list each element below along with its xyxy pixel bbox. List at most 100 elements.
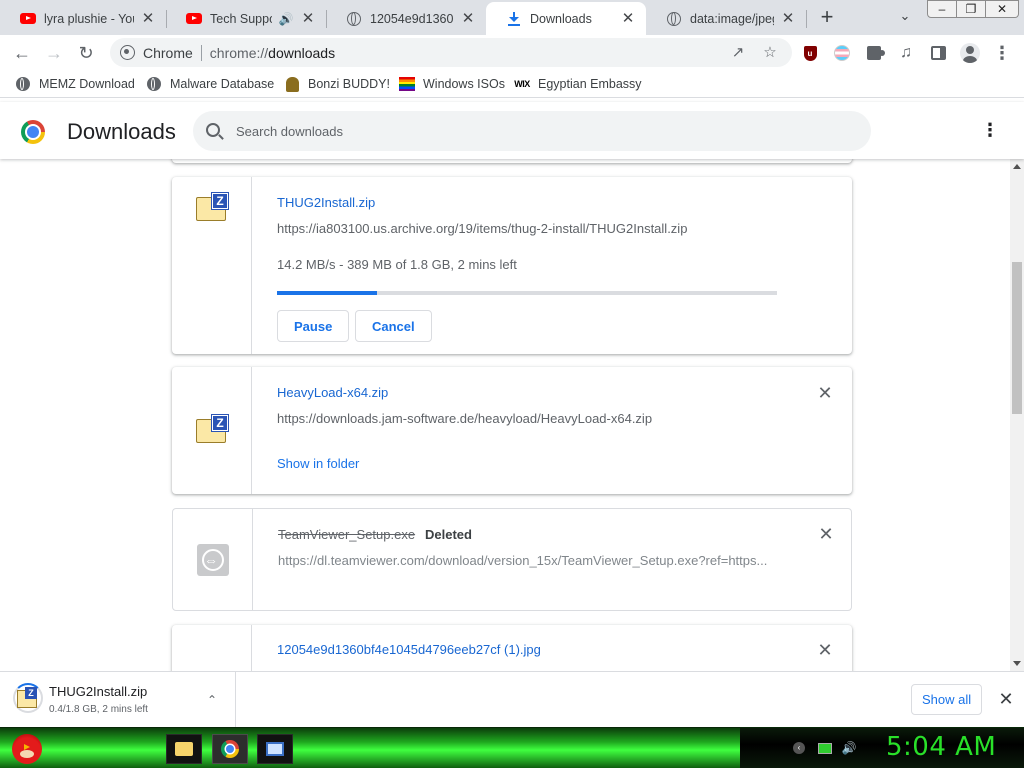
side-panel-icon[interactable] — [927, 42, 949, 64]
new-tab-button[interactable]: + — [815, 6, 839, 30]
taskbar-file-explorer[interactable] — [166, 734, 202, 764]
file-name-link[interactable]: THUG2Install.zip — [277, 195, 375, 210]
tab-title: 12054e9d1360bf4e1045d4796eeb27cf (1).jpg — [370, 11, 454, 26]
speaker-icon[interactable]: 🔊 — [278, 11, 294, 27]
page-title: Downloads — [67, 119, 176, 144]
bookmark-windows-isos[interactable]: Windows ISOs — [399, 75, 505, 93]
close-shelf-icon[interactable]: ✕ — [996, 689, 1016, 709]
close-tab-icon[interactable]: ✕ — [300, 10, 316, 27]
profile-avatar-icon[interactable] — [959, 42, 981, 64]
youtube-icon — [20, 11, 36, 27]
file-icon-column: Z — [172, 367, 252, 494]
tab-search-button[interactable]: ⌄ — [893, 8, 917, 28]
file-url[interactable]: https://downloads.jam-software.de/heavyl… — [277, 411, 777, 426]
scroll-thumb[interactable] — [1012, 262, 1022, 414]
folder-icon — [175, 742, 193, 756]
bookmark-label: Malware Database — [170, 77, 275, 91]
trans-flag-extension-icon[interactable] — [831, 42, 853, 64]
teamviewer-icon — [197, 544, 229, 576]
share-icon[interactable]: ↗ — [728, 42, 748, 62]
network-icon[interactable] — [818, 741, 832, 755]
scroll-down-arrow[interactable] — [1013, 661, 1021, 666]
file-icon-column — [173, 509, 253, 610]
close-tab-icon[interactable]: ✕ — [780, 10, 796, 27]
zip-file-icon: Z — [196, 414, 229, 443]
search-downloads-box[interactable] — [193, 111, 871, 151]
start-button[interactable] — [2, 728, 48, 768]
bookmark-egyptian-embassy[interactable]: WIX Egyptian Embassy — [514, 75, 641, 93]
close-tab-icon[interactable]: ✕ — [460, 10, 476, 27]
taskbar-clock[interactable]: 5:04 AM — [886, 732, 996, 762]
file-url[interactable]: https://dl.teamviewer.com/download/versi… — [278, 553, 778, 568]
tab-tech-support[interactable]: Tech Support 🔊 ✕ — [166, 2, 326, 35]
tab-downloads[interactable]: Downloads ✕ — [486, 2, 646, 35]
tab-title: data:image/jpeg;base64 — [690, 11, 774, 26]
tab-lyra-plushie[interactable]: lyra plushie - YouTube ✕ — [0, 2, 166, 35]
show-hidden-icons-icon[interactable]: ‹ — [792, 741, 806, 755]
ublock-icon[interactable]: u — [799, 42, 821, 64]
download-progress-bar — [277, 291, 777, 295]
scroll-up-arrow[interactable] — [1013, 164, 1021, 169]
bookmark-bonzi-buddy[interactable]: Bonzi BUDDY! — [284, 75, 390, 93]
tab-image-jpg[interactable]: 12054e9d1360bf4e1045d4796eeb27cf (1).jpg… — [326, 2, 486, 35]
search-icon — [206, 123, 220, 137]
remove-from-list-icon[interactable]: ✕ — [815, 640, 835, 660]
volume-icon[interactable]: 🔊 — [842, 741, 857, 755]
bookmarks-bar: MEMZ Download Malware Database Bonzi BUD… — [0, 70, 1024, 98]
remote-desktop-icon — [266, 742, 284, 756]
globe-icon — [15, 76, 31, 92]
bookmark-malware-database[interactable]: Malware Database — [146, 75, 274, 93]
pause-button[interactable]: Pause — [277, 310, 350, 342]
back-button[interactable]: ← — [8, 39, 36, 67]
remove-from-list-icon[interactable]: ✕ — [815, 383, 835, 403]
close-window-button[interactable]: ✕ — [985, 0, 1019, 18]
omnibox-url[interactable]: chrome://downloads — [210, 45, 335, 61]
search-input[interactable] — [236, 121, 836, 141]
file-name-link[interactable]: 12054e9d1360bf4e1045d4796eeb27cf (1).jpg — [277, 642, 541, 657]
download-card: Z HeavyLoad-x64.zip https://downloads.ja… — [172, 367, 852, 494]
progress-fill — [277, 291, 377, 295]
tab-separator — [806, 10, 807, 28]
forward-button[interactable]: → — [40, 39, 68, 67]
bookmark-star-icon[interactable]: ☆ — [760, 42, 780, 62]
tab-title: Tech Support — [210, 11, 272, 26]
download-status: 14.2 MB/s - 389 MB of 1.8 GB, 2 mins lef… — [277, 257, 517, 272]
youtube-icon — [186, 11, 202, 27]
chrome-menu-icon[interactable]: ⋮ — [991, 42, 1013, 64]
globe-icon — [666, 11, 682, 27]
bookmark-label: Windows ISOs — [423, 77, 505, 91]
chevron-up-icon[interactable]: ⌃ — [202, 690, 222, 710]
close-tab-icon[interactable]: ✕ — [140, 10, 156, 27]
globe-icon — [146, 76, 162, 92]
file-url[interactable]: https://ia803100.us.archive.org/19/items… — [277, 221, 777, 236]
show-all-button[interactable]: Show all — [911, 684, 983, 715]
file-name-link[interactable]: HeavyLoad-x64.zip — [277, 385, 388, 400]
taskbar-remote-desktop[interactable] — [257, 734, 293, 764]
minimize-button[interactable]: – — [927, 0, 957, 18]
chrome-site-icon — [120, 45, 135, 60]
file-icon-column — [172, 625, 252, 671]
cancel-button[interactable]: Cancel — [355, 310, 432, 342]
shelf-download-item[interactable]: Z THUG2Install.zip 0.4/1.8 GB, 2 mins le… — [0, 672, 236, 728]
file-icon-column: Z — [172, 177, 252, 354]
bookmark-memz-download[interactable]: MEMZ Download — [15, 75, 135, 93]
reload-button[interactable]: ↻ — [72, 39, 100, 67]
file-name: TeamViewer_Setup.exe — [278, 527, 416, 542]
show-in-folder-link[interactable]: Show in folder — [277, 456, 359, 471]
downloads-header: Downloads ⋮ — [0, 102, 1024, 159]
maximize-button[interactable]: ❐ — [956, 0, 986, 18]
close-tab-icon[interactable]: ✕ — [620, 10, 636, 27]
media-controls-icon[interactable]: ♫ — [895, 42, 917, 64]
extensions-puzzle-icon[interactable] — [863, 42, 885, 64]
downloads-list: Z THUG2Install.zip https://ia803100.us.a… — [0, 159, 1010, 671]
address-bar[interactable]: Chrome chrome://downloads — [110, 38, 792, 67]
page-scrollbar[interactable] — [1010, 159, 1024, 671]
wix-icon: WIX — [514, 79, 530, 89]
remove-from-list-icon[interactable]: ✕ — [816, 524, 836, 544]
more-actions-menu-icon[interactable]: ⋮ — [978, 120, 1002, 144]
tab-strip: lyra plushie - YouTube ✕ Tech Support 🔊 … — [0, 0, 1024, 35]
windows-flag-icon — [399, 76, 415, 92]
taskbar-chrome[interactable] — [212, 734, 248, 764]
os-taskbar: ‹ 🔊 5:04 AM — [0, 727, 1024, 768]
tab-data-image[interactable]: data:image/jpeg;base64 ✕ — [646, 2, 806, 35]
